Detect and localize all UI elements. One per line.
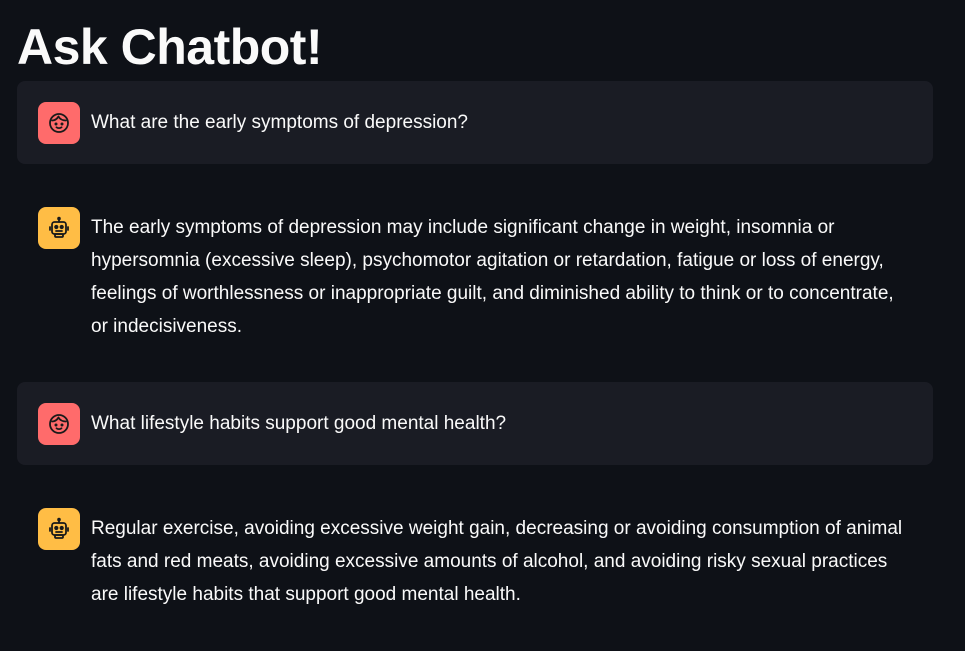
- message-text: What lifestyle habits support good menta…: [91, 413, 507, 434]
- chat-messages: What are the early symptoms of depressio…: [17, 81, 933, 632]
- page-title: Ask Chatbot!: [17, 19, 323, 75]
- chat-page: Ask Chatbot! What are the early symptoms…: [0, 0, 965, 651]
- assistant-avatar: [38, 207, 80, 249]
- user-avatar: [38, 102, 80, 144]
- chat-message-user: What lifestyle habits support good menta…: [17, 382, 933, 465]
- robot-icon: [49, 216, 69, 238]
- chat-message-user: What are the early symptoms of depressio…: [17, 81, 933, 164]
- chat-message-assistant: Regular exercise, avoiding excessive wei…: [17, 487, 933, 632]
- chat-message-assistant: The early symptoms of depression may inc…: [17, 186, 933, 382]
- message-text: The early symptoms of depression may inc…: [91, 217, 894, 337]
- user-face-icon: [49, 113, 69, 133]
- robot-icon: [49, 517, 69, 539]
- message-text: What are the early symptoms of depressio…: [91, 112, 469, 133]
- assistant-avatar: [38, 508, 80, 550]
- user-face-icon: [49, 414, 69, 434]
- message-text: Regular exercise, avoiding excessive wei…: [91, 518, 903, 605]
- user-avatar: [38, 403, 80, 445]
